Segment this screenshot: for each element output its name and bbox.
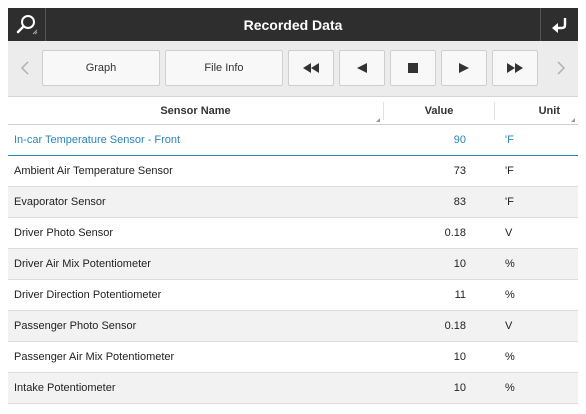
file-info-button-label: File Info (204, 62, 244, 74)
step-forward-button[interactable] (441, 50, 487, 86)
table-row[interactable]: Passenger Photo Sensor 0.18 V (8, 311, 578, 342)
rewind-button[interactable] (288, 50, 334, 86)
sensor-value: 0.18 (444, 320, 466, 332)
sensor-value: 10 (453, 258, 466, 270)
table-row[interactable]: Intake Potentiometer 10 % (8, 373, 578, 404)
back-return-icon (551, 17, 566, 33)
stop-button[interactable] (390, 50, 436, 86)
column-header-unit[interactable]: Unit (495, 97, 578, 125)
sensor-table-body: In-car Temperature Sensor - Front 90 'F … (8, 125, 578, 404)
sensor-unit: 'F (505, 134, 514, 146)
sensor-name: Driver Air Mix Potentiometer (14, 258, 151, 270)
column-header-label: Value (424, 105, 454, 117)
scroll-left-button[interactable] (12, 50, 38, 86)
toolbar: Graph File Info (8, 41, 578, 97)
table-row[interactable]: Passenger Air Mix Potentiometer 10 % (8, 342, 578, 373)
sensor-unit: V (505, 227, 513, 239)
fast-forward-button[interactable] (492, 50, 538, 86)
sensor-value: 10 (453, 382, 466, 394)
sensor-value: 0.18 (444, 227, 466, 239)
sensor-name: Driver Photo Sensor (14, 227, 114, 239)
step-back-icon (357, 63, 367, 73)
sensor-unit: V (505, 320, 513, 332)
sensor-unit: % (505, 382, 515, 394)
back-button[interactable] (540, 8, 578, 41)
sensor-value: 73 (453, 165, 466, 177)
sensor-name: Passenger Photo Sensor (14, 320, 137, 332)
column-header-value[interactable]: Value (384, 97, 494, 125)
table-row[interactable]: Ambient Air Temperature Sensor 73 'F (8, 156, 578, 187)
scroll-right-button[interactable] (548, 50, 574, 86)
table-row[interactable]: Driver Direction Potentiometer 11 % (8, 280, 578, 311)
step-back-button[interactable] (339, 50, 385, 86)
graph-button-label: Graph (85, 62, 117, 74)
sensor-value: 83 (453, 196, 466, 208)
sensor-name: Driver Direction Potentiometer (14, 289, 162, 301)
sensor-name: Passenger Air Mix Potentiometer (14, 351, 175, 363)
chevron-right-icon (557, 61, 566, 75)
graph-button[interactable]: Graph (42, 50, 160, 86)
column-resize-handle[interactable] (376, 118, 380, 122)
sensor-name: In-car Temperature Sensor - Front (14, 134, 181, 146)
table-row[interactable]: Driver Photo Sensor 0.18 V (8, 218, 578, 249)
sensor-name: Evaporator Sensor (14, 196, 106, 208)
sensor-unit: 'F (505, 165, 514, 177)
sensor-name: Ambient Air Temperature Sensor (14, 165, 173, 177)
stop-icon (408, 63, 418, 73)
table-row[interactable]: Driver Air Mix Potentiometer 10 % (8, 249, 578, 280)
table-row[interactable]: Evaporator Sensor 83 'F (8, 187, 578, 218)
page-title: Recorded Data (243, 16, 343, 33)
file-info-button[interactable]: File Info (165, 50, 283, 86)
sensor-unit: % (505, 289, 515, 301)
column-header-label: Unit (538, 105, 560, 117)
fast-forward-icon (507, 63, 523, 73)
title-bar: Recorded Data (8, 8, 578, 41)
sensor-unit: 'F (505, 196, 514, 208)
search-button[interactable] (8, 8, 46, 41)
sensor-unit: % (505, 351, 515, 363)
column-resize-handle[interactable] (571, 118, 575, 122)
table-row[interactable]: In-car Temperature Sensor - Front 90 'F (8, 125, 578, 156)
sensor-value: 90 (453, 134, 466, 146)
rewind-icon (303, 63, 319, 73)
table-header: Sensor Name Value Unit (8, 97, 578, 125)
chevron-left-icon (20, 61, 29, 75)
column-header-sensor-name[interactable]: Sensor Name (8, 97, 383, 125)
step-forward-icon (459, 63, 469, 73)
search-icon (16, 14, 37, 34)
column-header-label: Sensor Name (160, 105, 231, 117)
sensor-value: 11 (454, 289, 466, 301)
sensor-name: Intake Potentiometer (14, 382, 116, 394)
sensor-value: 10 (453, 351, 466, 363)
sensor-unit: % (505, 258, 515, 270)
